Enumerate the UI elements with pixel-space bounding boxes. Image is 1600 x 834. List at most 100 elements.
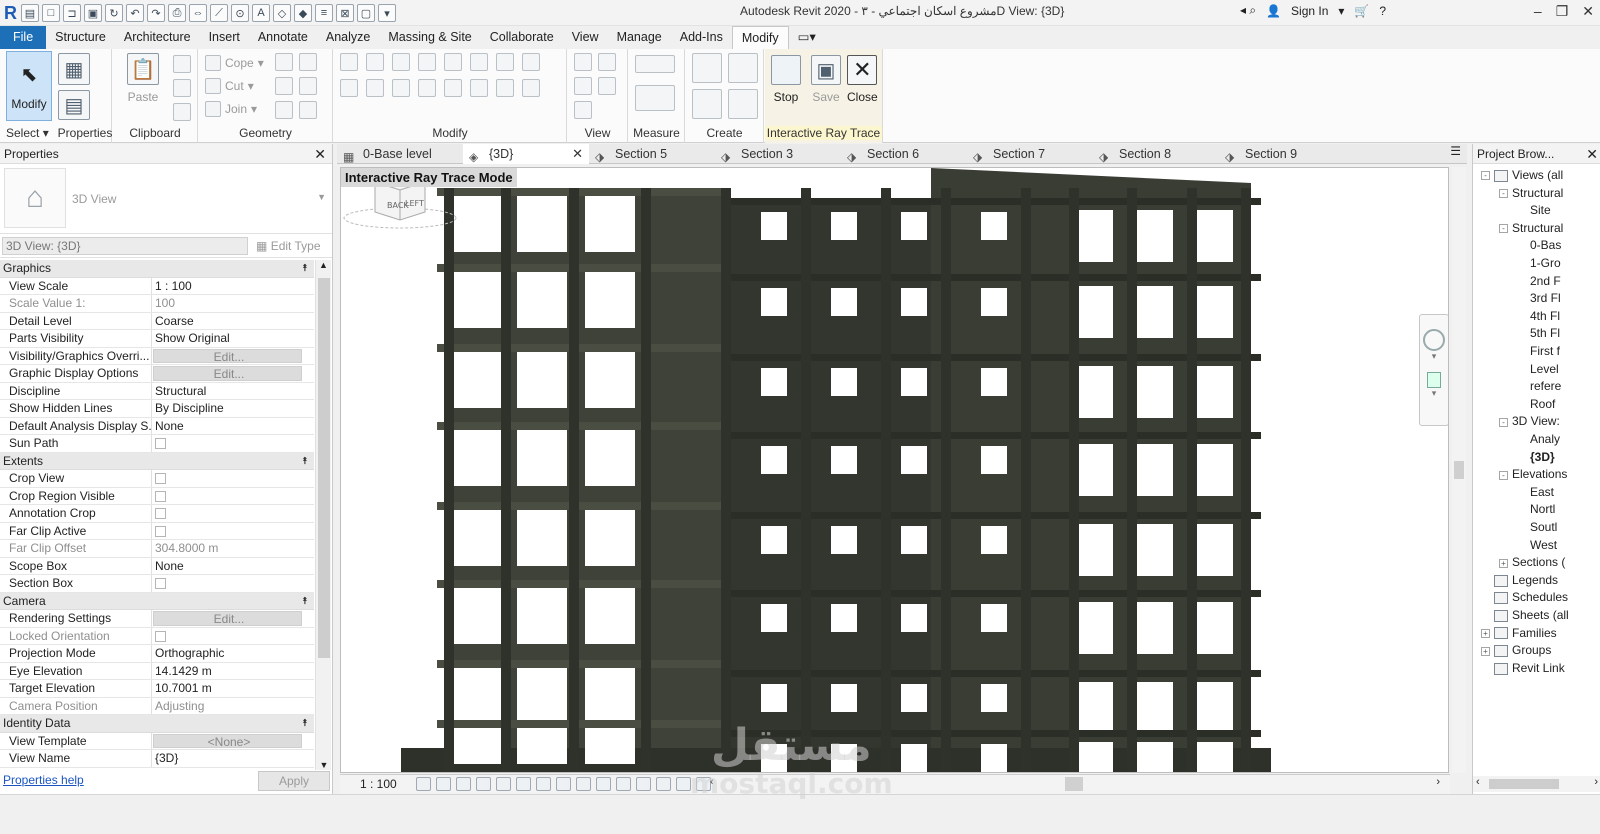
customize-qat-icon[interactable]: ▾ [378, 4, 396, 22]
property-value[interactable]: Structural [152, 383, 314, 400]
rotate-icon[interactable] [392, 79, 410, 97]
create-group-icon[interactable] [692, 89, 722, 119]
linework-icon[interactable] [574, 77, 592, 95]
demolish-icon[interactable] [299, 101, 317, 119]
close-icon[interactable]: ✕ [314, 144, 326, 164]
view-tab[interactable]: ⬗ Section 9 [1219, 144, 1345, 164]
view-scale[interactable]: 1 : 100 [360, 777, 397, 791]
browser-horizontal-scrollbar[interactable]: ‹ › [1473, 776, 1600, 792]
cart-icon[interactable]: 🛒 [1354, 4, 1369, 18]
reveal-hidden-icon[interactable] [596, 777, 611, 791]
switch-windows-icon[interactable]: ▢ [357, 4, 375, 22]
property-value[interactable]: 10.7001 m [152, 680, 314, 697]
cut-clipboard-icon[interactable] [173, 55, 191, 73]
browser-tree-node[interactable]: 5th Fl [1517, 325, 1560, 343]
chevron-down-icon[interactable]: ▾ [1420, 351, 1448, 362]
properties-help-link[interactable]: Properties help [3, 773, 84, 787]
minimize-icon[interactable]: – [1534, 3, 1542, 20]
browser-tree-node[interactable]: - Elevations [1499, 466, 1567, 484]
browser-tree-node[interactable]: First f [1517, 343, 1560, 361]
save-button[interactable]: ▣ Save [811, 55, 841, 104]
browser-tree-node[interactable]: -3D View: [1499, 413, 1560, 431]
shadows-icon[interactable] [476, 777, 491, 791]
ribbon-minimize-icon[interactable]: ▭▾ [789, 26, 825, 49]
scroll-right-icon[interactable]: › [1436, 776, 1440, 788]
property-value[interactable]: 304.8000 m [152, 540, 314, 557]
join-button[interactable]: Join ▾ [205, 101, 257, 117]
close-icon[interactable]: ✕ [1586, 144, 1598, 164]
beam-joins-icon[interactable] [275, 101, 293, 119]
filter-icon[interactable] [598, 77, 616, 95]
hide-element-icon[interactable] [574, 53, 592, 71]
override-graphics-icon[interactable] [598, 53, 616, 71]
tab-view[interactable]: View [563, 26, 608, 49]
sign-in-link[interactable]: Sign In [1291, 4, 1328, 18]
expand-icon[interactable]: + [1499, 558, 1508, 568]
zoom-icon[interactable] [1427, 372, 1441, 388]
browser-tree-node[interactable]: Site [1517, 202, 1551, 220]
restore-icon[interactable]: ❐ [1556, 3, 1569, 20]
property-value[interactable]: Adjusting [152, 698, 314, 715]
redo-icon[interactable]: ↷ [147, 4, 165, 22]
browser-tree-node[interactable]: East [1517, 484, 1554, 502]
property-edit-button[interactable]: Edit... [153, 611, 302, 626]
property-edit-button[interactable]: Edit... [153, 348, 302, 363]
scroll-left-icon[interactable]: ‹ [710, 776, 714, 788]
split-icon[interactable] [444, 53, 462, 71]
browser-tree-node[interactable]: 3rd Fl [1517, 290, 1561, 308]
modify-button[interactable]: ⬉ Modify [6, 51, 52, 121]
browser-tree-node[interactable]: Soutl [1517, 519, 1557, 537]
browser-tree-node[interactable]: Roof [1517, 396, 1555, 414]
property-value[interactable]: None [152, 418, 314, 435]
zoom-chevron-down-icon[interactable]: ▾ [1420, 388, 1448, 399]
view-tab[interactable]: ⬗ Section 5 [589, 144, 715, 164]
property-value[interactable]: None [152, 558, 314, 575]
type-selector[interactable]: ⌂ 3D View ▼ [0, 164, 332, 234]
property-value[interactable]: By Discipline [152, 400, 314, 417]
properties-scrollbar[interactable]: ▲ ▼ [315, 260, 331, 770]
checkbox[interactable] [155, 473, 166, 484]
tab-insert[interactable]: Insert [200, 26, 249, 49]
print-icon[interactable]: ⎙ [168, 4, 186, 22]
property-value[interactable]: {3D} [152, 750, 314, 767]
revit-logo-icon[interactable]: R [4, 3, 18, 23]
aligned-dimension-icon[interactable] [635, 85, 675, 111]
browser-tree-node[interactable]: - Structural [1499, 185, 1563, 203]
apply-button[interactable]: Apply [258, 771, 330, 791]
collapse-icon[interactable]: ⯭ [302, 260, 308, 278]
close-icon[interactable]: ✕ [1582, 3, 1594, 20]
view-tab[interactable]: ⬗ Section 6 [841, 144, 967, 164]
mirror-axis-icon[interactable] [392, 53, 410, 71]
scroll-left-icon[interactable]: ‹ [1476, 776, 1480, 788]
trim-icon[interactable] [418, 79, 436, 97]
viewcube-left-label[interactable]: LEFT [405, 199, 424, 208]
property-value[interactable]: 100 [152, 295, 314, 312]
tab-list-menu-icon[interactable]: ☰ [1450, 144, 1461, 158]
edit-type-button[interactable]: ▦ Edit Type [256, 237, 321, 255]
browser-tree-node[interactable]: 1-Gro [1517, 255, 1561, 273]
text-icon[interactable]: A [252, 4, 270, 22]
create-similar-icon[interactable] [728, 89, 758, 119]
wall-joins-icon[interactable] [275, 77, 293, 95]
property-edit-button[interactable]: <None> [153, 733, 302, 748]
property-group-header[interactable]: Extents ⯭ [0, 452, 314, 470]
constraints-icon[interactable] [696, 777, 711, 791]
search-icon[interactable]: ◂ ⌕ [1240, 3, 1256, 18]
tab-annotate[interactable]: Annotate [249, 26, 317, 49]
scroll-down-icon[interactable]: ▼ [316, 760, 332, 770]
sync-icon[interactable]: ↻ [105, 4, 123, 22]
align-icon[interactable] [340, 53, 358, 71]
browser-tree-node[interactable]: 0-Bas [1517, 237, 1561, 255]
drawing-area[interactable]: Interactive Ray Trace Mode BACK LEFT ▾ ▾ [340, 167, 1449, 773]
split-face-icon[interactable] [275, 53, 293, 71]
temporary-properties-icon[interactable] [616, 777, 631, 791]
move-icon[interactable] [340, 79, 358, 97]
collapse-icon[interactable]: - [1499, 470, 1508, 480]
scroll-thumb[interactable] [318, 278, 330, 658]
steering-wheel-icon[interactable] [1423, 329, 1445, 351]
browser-tree-node[interactable]: Schedules [1481, 589, 1568, 607]
browser-tree-node[interactable]: 4th Fl [1517, 308, 1560, 326]
property-edit-button[interactable]: Edit... [153, 366, 302, 381]
checkbox[interactable] [155, 438, 166, 449]
browser-tree-node[interactable]: Level [1517, 361, 1559, 379]
